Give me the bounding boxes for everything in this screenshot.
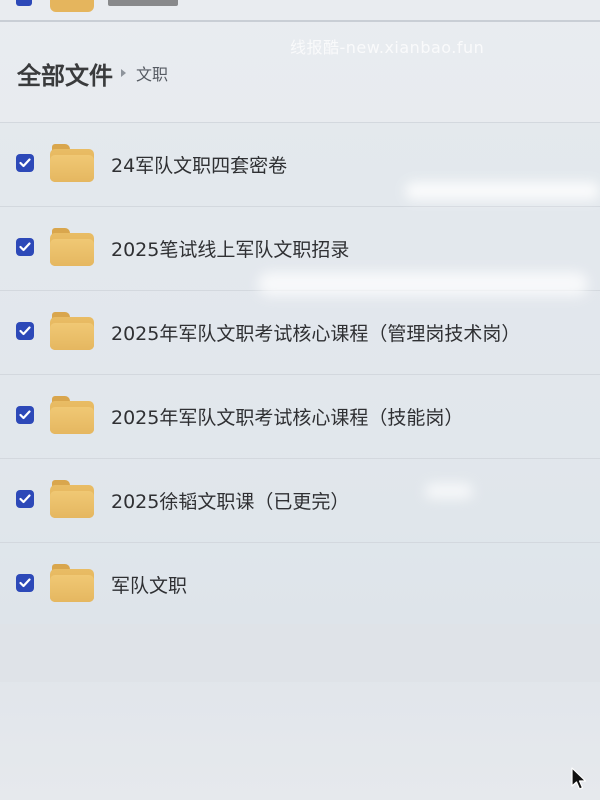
row-checkbox[interactable] (16, 406, 34, 424)
row-label-cutoff (108, 0, 178, 6)
folder-icon (50, 0, 94, 12)
checkbox-cutoff (16, 0, 32, 6)
breadcrumb-current: 文职 (136, 65, 169, 84)
file-row[interactable]: 2025笔试线上军队文职招录 (0, 207, 600, 291)
watermark: 线报酷-new.xianbao.fun (290, 38, 485, 57)
file-name[interactable]: 2025笔试线上军队文职招录 (111, 235, 349, 262)
folder-icon (50, 479, 94, 519)
file-row[interactable]: 2025年军队文职考试核心课程（管理岗技术岗） (0, 291, 600, 375)
file-row[interactable]: 24军队文职四套密卷 (0, 123, 600, 207)
folder-icon (50, 143, 94, 183)
file-name[interactable]: 军队文职 (111, 571, 187, 598)
folder-icon (50, 395, 94, 435)
file-name[interactable]: 2025徐韬文职课（已更完） (111, 487, 349, 514)
row-checkbox[interactable] (16, 154, 34, 172)
breadcrumb-separator-icon (121, 69, 126, 77)
row-checkbox[interactable] (16, 574, 34, 592)
row-checkbox[interactable] (16, 490, 34, 508)
list-footer (0, 624, 600, 682)
check-icon (19, 158, 31, 168)
breadcrumb: 全部文件 文职 (17, 56, 168, 90)
row-checkbox[interactable] (16, 322, 34, 340)
check-icon (19, 410, 31, 420)
divider (0, 20, 600, 22)
breadcrumb-root[interactable]: 全部文件 (17, 56, 113, 91)
file-list: 24军队文职四套密卷 2025笔试线上军队文职招录 2025年军队文职考试核心课… (0, 122, 600, 627)
folder-icon (50, 563, 94, 603)
mouse-cursor-icon (571, 767, 587, 790)
check-icon (19, 326, 31, 336)
check-icon (19, 494, 31, 504)
check-icon (19, 242, 31, 252)
check-icon (19, 578, 31, 588)
previous-row-cutoff (0, 0, 600, 26)
row-checkbox[interactable] (16, 238, 34, 256)
file-name[interactable]: 2025年军队文职考试核心课程（技能岗） (111, 403, 463, 430)
file-name[interactable]: 24军队文职四套密卷 (111, 151, 287, 178)
file-row[interactable]: 军队文职 (0, 543, 600, 627)
file-name[interactable]: 2025年军队文职考试核心课程（管理岗技术岗） (111, 319, 520, 346)
file-row[interactable]: 2025年军队文职考试核心课程（技能岗） (0, 375, 600, 459)
file-row[interactable]: 2025徐韬文职课（已更完） (0, 459, 600, 543)
folder-icon (50, 311, 94, 351)
folder-icon (50, 227, 94, 267)
